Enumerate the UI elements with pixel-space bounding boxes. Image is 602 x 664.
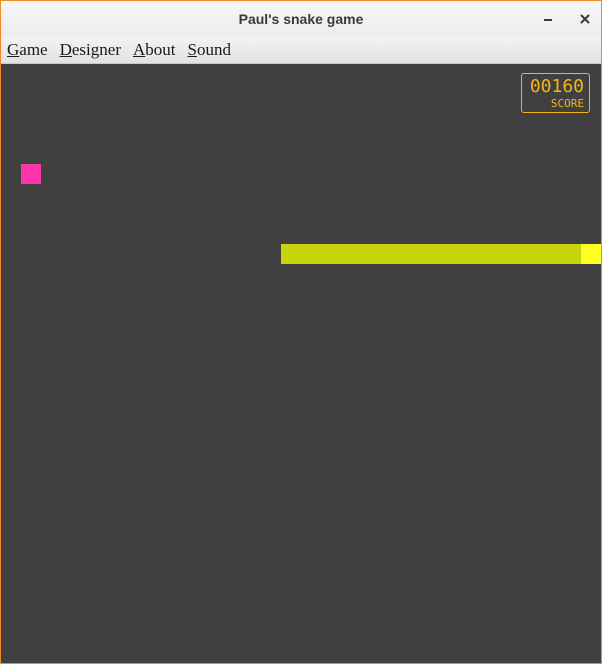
score-label: SCORE: [550, 97, 584, 110]
menu-sound-mnemonic: S: [187, 40, 197, 59]
menu-game[interactable]: Game: [7, 40, 48, 60]
menu-designer-mnemonic: D: [59, 40, 72, 59]
menu-bar: Game Designer About Sound: [1, 37, 601, 64]
menu-sound-label: ound: [196, 40, 231, 59]
close-button[interactable]: [574, 8, 596, 30]
score-value: 00160: [529, 76, 584, 97]
title-bar[interactable]: Paul's snake game: [1, 1, 601, 37]
food-pellet: [21, 164, 41, 184]
score-display: 00160 SCORE: [521, 73, 590, 113]
menu-game-mnemonic: G: [7, 40, 20, 59]
menu-sound[interactable]: Sound: [188, 40, 231, 60]
minimize-icon: [544, 19, 552, 21]
game-board[interactable]: 00160 SCORE: [1, 64, 601, 663]
menu-about[interactable]: About: [133, 40, 176, 60]
close-icon: [580, 14, 590, 24]
window-title: Paul's snake game: [238, 11, 364, 27]
menu-designer[interactable]: Designer: [60, 40, 121, 60]
minimize-button[interactable]: [537, 8, 559, 30]
snake-head: [581, 244, 601, 264]
menu-about-mnemonic: A: [132, 40, 146, 59]
game-window: Paul's snake game Game Designer About So…: [0, 0, 602, 664]
menu-game-label: ame: [19, 40, 48, 59]
snake-body: [281, 244, 581, 264]
menu-designer-label: esigner: [71, 40, 121, 59]
menu-about-label: bout: [145, 40, 176, 59]
